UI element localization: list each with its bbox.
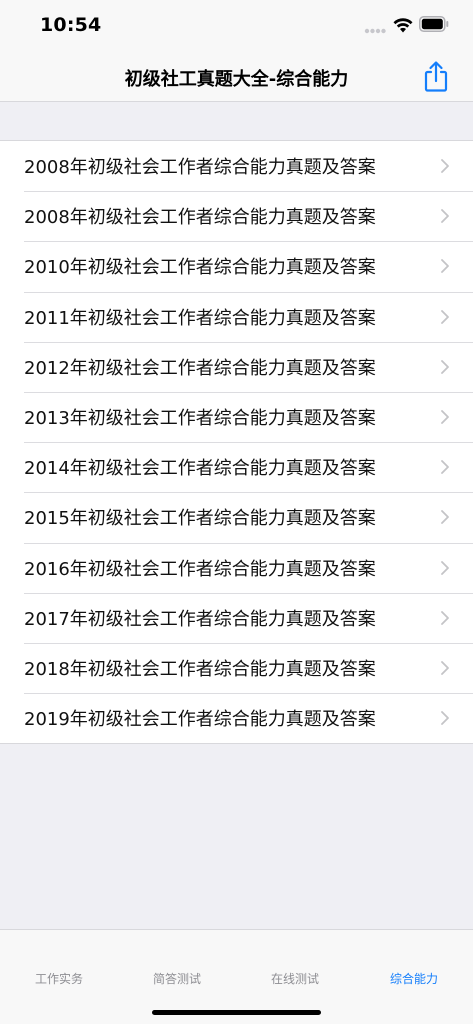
list-item-label: 2010年初级社会工作者综合能力真题及答案 xyxy=(24,257,376,279)
list-item[interactable]: 2014年初级社会工作者综合能力真题及答案 xyxy=(0,442,473,492)
chevron-right-icon xyxy=(441,309,449,324)
chevron-right-icon xyxy=(441,510,449,525)
status-bar: 10:54 xyxy=(0,0,473,50)
chevron-right-icon xyxy=(441,610,449,625)
list-item-label: 2011年初级社会工作者综合能力真题及答案 xyxy=(24,307,376,329)
list-item[interactable]: 2016年初级社会工作者综合能力真题及答案 xyxy=(0,542,473,593)
list-item[interactable]: 2008年初级社会工作者综合能力真题及答案 xyxy=(0,141,473,191)
chevron-right-icon xyxy=(441,259,449,274)
list-item[interactable]: 2012年初级社会工作者综合能力真题及答案 xyxy=(0,341,473,392)
list-item-label: 2019年初级社会工作者综合能力真题及答案 xyxy=(24,709,376,731)
list-item-label: 2008年初级社会工作者综合能力真题及答案 xyxy=(24,157,376,179)
tab-work-practice[interactable]: 工作实务 xyxy=(0,970,118,987)
list-item-label: 2016年初级社会工作者综合能力真题及答案 xyxy=(24,558,376,580)
navigation-bar: 初级社工真题大全-综合能力 xyxy=(0,50,473,102)
app-screen: 10:54 初级社工真题大全-综合能力 2008年初级社会工作者综合能力真题及答… xyxy=(0,0,473,1024)
list-item-label: 2008年初级社会工作者综合能力真题及答案 xyxy=(24,207,376,229)
list-item-label: 2018年初级社会工作者综合能力真题及答案 xyxy=(24,658,376,680)
share-icon[interactable] xyxy=(420,59,452,93)
list-item[interactable]: 2015年初级社会工作者综合能力真题及答案 xyxy=(0,492,473,542)
list-item[interactable]: 2008年初级社会工作者综合能力真题及答案 xyxy=(0,191,473,241)
list-item[interactable]: 2011年初级社会工作者综合能力真题及答案 xyxy=(0,291,473,342)
page-title: 初级社工真题大全-综合能力 xyxy=(124,69,349,90)
list-item-label: 2012年初级社会工作者综合能力真题及答案 xyxy=(24,357,376,379)
list-item-label: 2015年初级社会工作者综合能力真题及答案 xyxy=(24,508,376,530)
chevron-right-icon xyxy=(441,410,449,424)
wifi-icon xyxy=(393,18,413,33)
chevron-right-icon xyxy=(441,159,449,173)
chevron-right-icon xyxy=(441,460,449,475)
exam-list: 2008年初级社会工作者综合能力真题及答案 2008年初级社会工作者综合能力真题及… xyxy=(0,140,473,745)
list-item[interactable]: 2018年初级社会工作者综合能力真题及答案 xyxy=(0,642,473,693)
battery-icon xyxy=(419,16,449,32)
list-item[interactable]: 2017年初级社会工作者综合能力真题及答案 xyxy=(0,592,473,643)
tab-short-answer-test[interactable]: 简答测试 xyxy=(118,970,236,987)
tab-online-test[interactable]: 在线测试 xyxy=(236,970,354,987)
chevron-right-icon xyxy=(441,711,449,726)
chevron-right-icon xyxy=(441,560,449,575)
list-item-label: 2014年初级社会工作者综合能力真题及答案 xyxy=(24,458,376,480)
list-item-label: 2013年初级社会工作者综合能力真题及答案 xyxy=(24,408,376,430)
chevron-right-icon xyxy=(441,661,449,675)
list-item[interactable]: 2019年初级社会工作者综合能力真题及答案 xyxy=(0,693,473,743)
home-indicator xyxy=(152,1010,321,1015)
chevron-right-icon xyxy=(441,359,449,374)
status-time: 10:54 xyxy=(40,14,102,36)
tab-comprehensive-ability[interactable]: 综合能力 xyxy=(355,970,473,987)
cellular-signal-icon xyxy=(364,28,386,34)
list-item[interactable]: 2013年初级社会工作者综合能力真题及答案 xyxy=(0,391,473,442)
list-item[interactable]: 2010年初级社会工作者综合能力真题及答案 xyxy=(0,241,473,291)
tab-bar: 工作实务 简答测试 在线测试 综合能力 xyxy=(0,929,473,1024)
chevron-right-icon xyxy=(441,209,449,224)
list-item-label: 2017年初级社会工作者综合能力真题及答案 xyxy=(24,608,376,630)
